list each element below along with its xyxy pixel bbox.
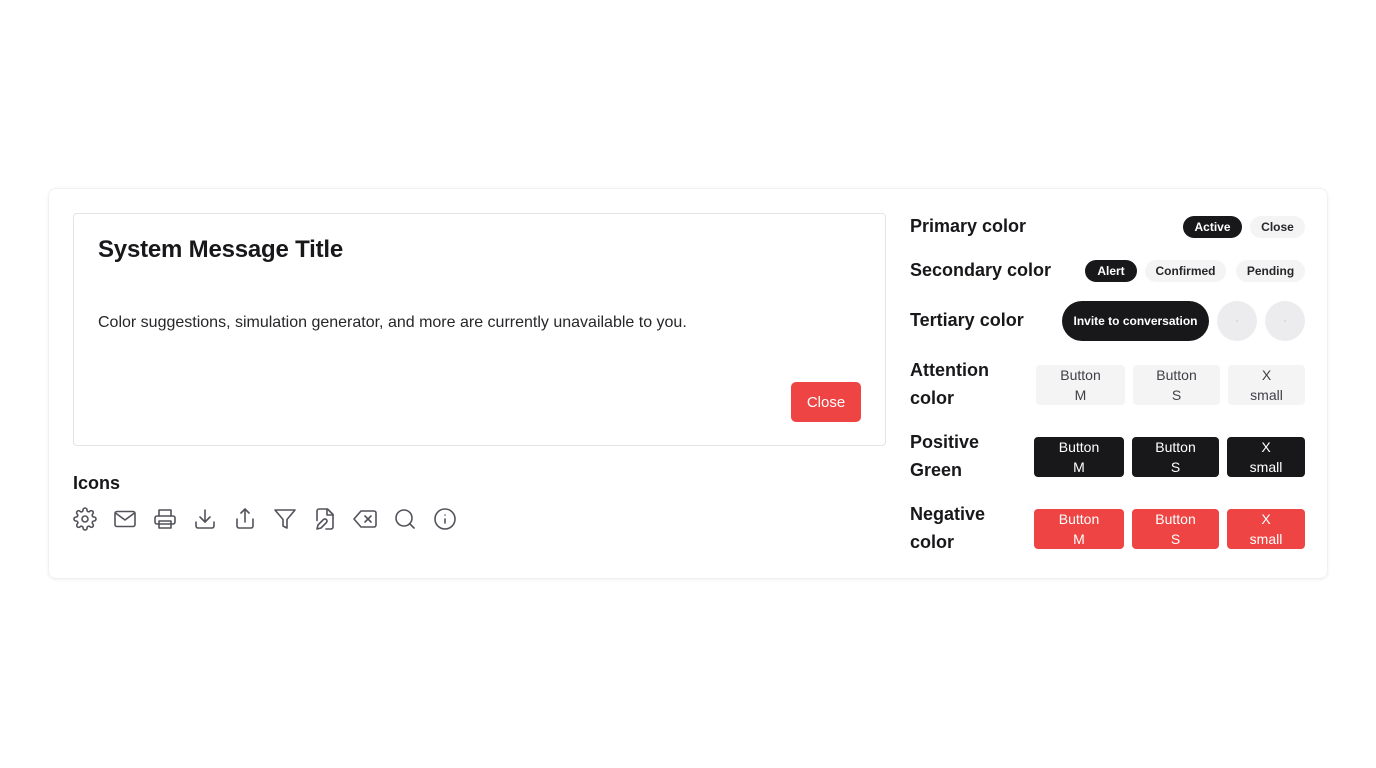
button-label: Button [1155, 511, 1196, 527]
button-size: M [1073, 459, 1085, 475]
button-label: Button [1156, 367, 1197, 383]
printer-icon[interactable] [153, 507, 177, 531]
button-label: Button [1060, 367, 1101, 383]
secondary-color-label: Secondary color [910, 260, 1052, 280]
button-label: Button [1058, 511, 1100, 527]
backspace-icon[interactable] [353, 507, 377, 531]
gear-icon[interactable] [73, 507, 97, 531]
button-label: Button [1058, 439, 1100, 455]
primary-color-label: Primary color [910, 216, 1027, 236]
filter-icon[interactable] [273, 507, 297, 531]
button-size: S [1170, 531, 1181, 547]
attention-button-xs[interactable]: X small [1228, 365, 1305, 405]
icons-row [73, 507, 457, 531]
tertiary-circle-button-1[interactable] [1217, 301, 1257, 341]
mail-icon[interactable] [113, 507, 137, 531]
negative-button-s[interactable]: Button S [1132, 509, 1219, 549]
button-label: X [1261, 511, 1271, 527]
button-label: X [1261, 367, 1272, 383]
file-edit-icon[interactable] [313, 507, 337, 531]
system-message-title: System Message Title [98, 236, 344, 263]
download-icon[interactable] [193, 507, 217, 531]
system-message-body: Color suggestions, simulation generator,… [98, 314, 687, 331]
positive-label-line2: Green [910, 460, 963, 480]
tertiary-circle-button-2[interactable] [1265, 301, 1305, 341]
button-size: small [1249, 531, 1283, 547]
active-tag[interactable]: Active [1183, 216, 1242, 238]
negative-button-m[interactable]: Button M [1034, 509, 1124, 549]
search-icon[interactable] [393, 507, 417, 531]
system-message-panel: System Message Title Color suggestions, … [73, 213, 886, 446]
negative-label-line2: color [910, 532, 955, 552]
attention-label-line1: Attention [910, 360, 989, 380]
confirmed-tag[interactable]: Confirmed [1145, 260, 1226, 282]
upload-icon[interactable] [233, 507, 257, 531]
negative-color-label: Negative color [910, 500, 985, 556]
design-system-card: System Message Title Color suggestions, … [48, 188, 1328, 579]
info-icon[interactable] [433, 507, 457, 531]
button-size: S [1171, 387, 1182, 403]
negative-label-line1: Negative [910, 504, 986, 524]
attention-color-label: Attention color [910, 356, 989, 412]
positive-green-label: Positive Green [910, 428, 979, 484]
attention-button-s[interactable]: Button S [1133, 365, 1220, 405]
tertiary-color-label: Tertiary color [910, 310, 1024, 330]
pending-tag[interactable]: Pending [1236, 260, 1305, 282]
close-tag[interactable]: Close [1250, 216, 1305, 238]
icons-heading: Icons [73, 473, 121, 493]
positive-button-s[interactable]: Button S [1132, 437, 1219, 477]
positive-button-m[interactable]: Button M [1034, 437, 1124, 477]
button-label: X [1261, 439, 1271, 455]
button-size: M [1073, 531, 1085, 547]
alert-tag[interactable]: Alert [1085, 260, 1137, 282]
invite-to-conversation-button[interactable]: Invite to conversation [1062, 301, 1209, 341]
attention-label-line2: color [910, 388, 955, 408]
negative-button-xs[interactable]: X small [1227, 509, 1305, 549]
positive-button-xs[interactable]: X small [1227, 437, 1305, 477]
button-size: small [1249, 459, 1283, 475]
button-label: Button [1155, 439, 1196, 455]
positive-label-line1: Positive [910, 432, 980, 452]
button-size: M [1074, 387, 1087, 403]
button-size: S [1170, 459, 1181, 475]
close-button[interactable]: Close [791, 382, 861, 422]
attention-button-m[interactable]: Button M [1036, 365, 1125, 405]
button-size: small [1250, 387, 1283, 403]
